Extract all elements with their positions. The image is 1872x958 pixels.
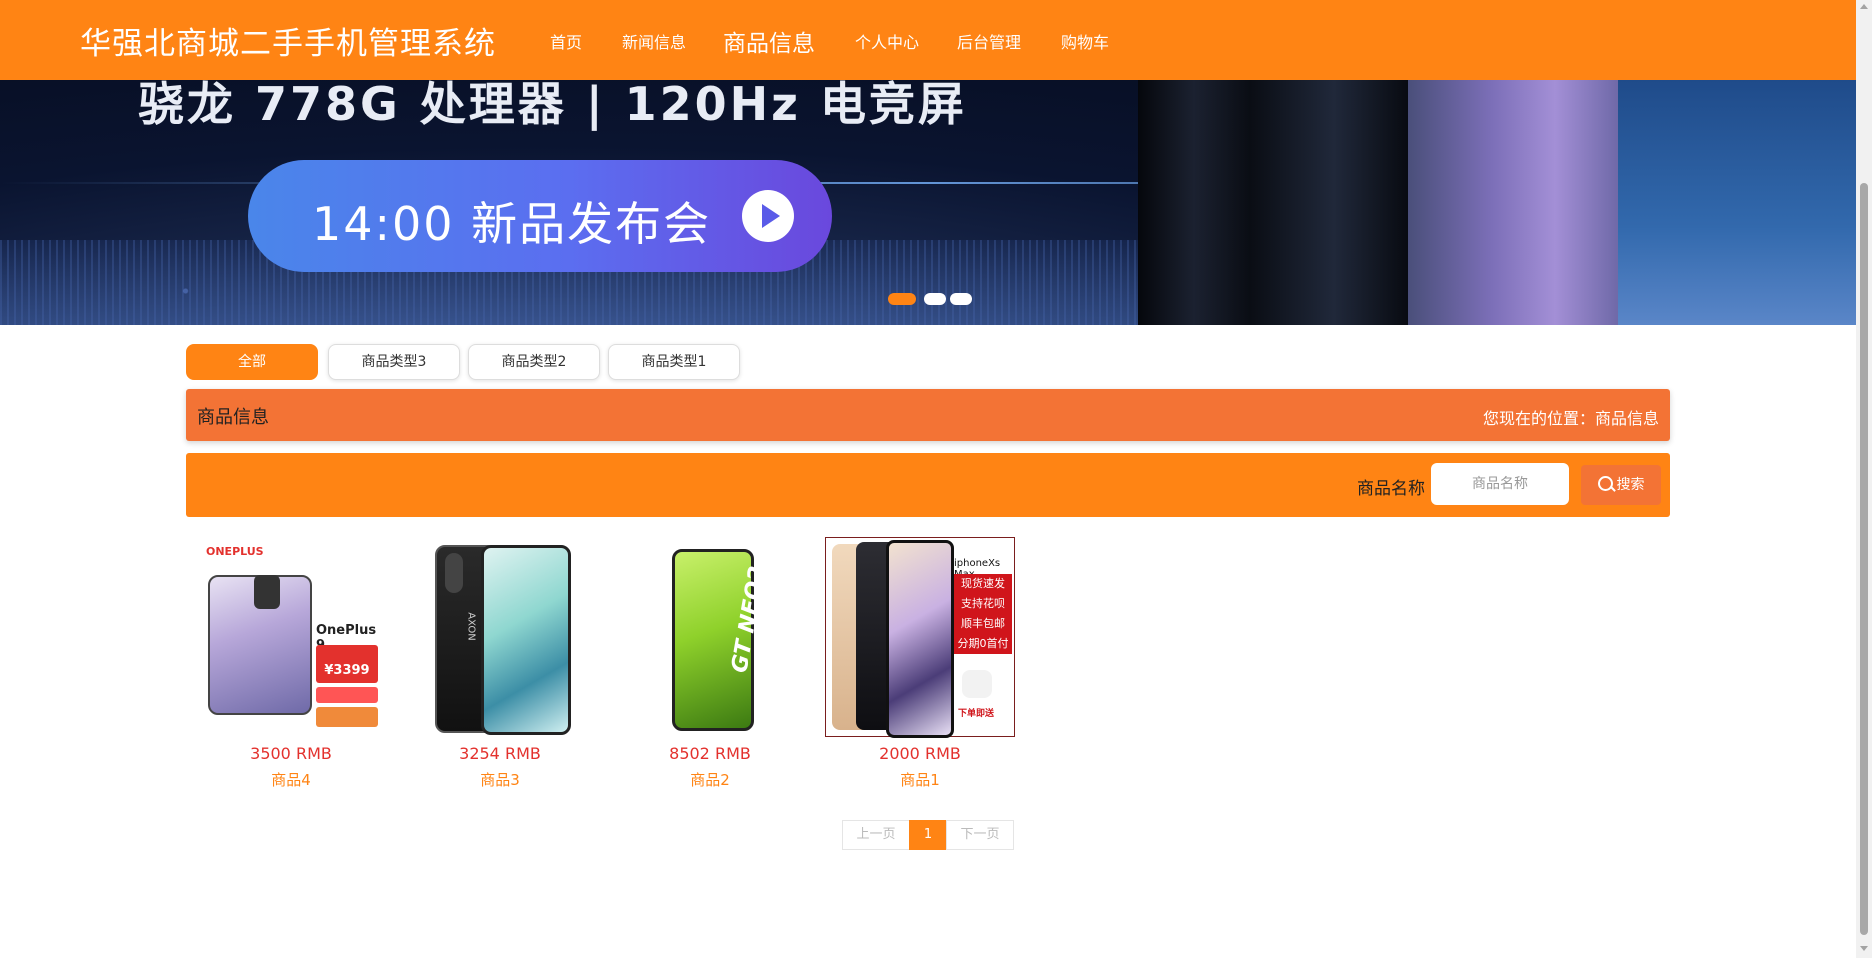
promo-line: 顺丰包邮 (961, 617, 1005, 630)
play-icon (742, 190, 794, 242)
search-label: 商品名称 (1357, 479, 1425, 499)
promo-list: 现货速发 支持花呗 顺丰包邮 分期0首付 (954, 574, 1012, 654)
search-input[interactable] (1431, 463, 1569, 505)
promo-bottom-text: 下单即送 (958, 709, 995, 719)
section-header: 商品信息 您现在的位置：商品信息 (186, 389, 1670, 441)
promo-line: 分期0首付 (957, 637, 1009, 650)
prev-page-button[interactable]: 上一页 (842, 820, 910, 850)
product-image: GT NEO2 (615, 537, 805, 737)
page-number-button[interactable]: 1 (909, 820, 947, 850)
product-price: 3254 RMB (459, 744, 541, 763)
product-name[interactable]: 商品4 (196, 769, 386, 790)
earbuds-image (962, 670, 992, 698)
scroll-thumb[interactable] (1860, 183, 1868, 935)
promo-line: 支持花呗 (961, 597, 1005, 610)
phone-screen (886, 540, 954, 738)
search-button-label: 搜索 (1616, 477, 1645, 493)
scroll-down-icon[interactable] (1860, 946, 1868, 951)
scroll-up-icon[interactable] (1860, 4, 1868, 9)
next-page-button[interactable]: 下一页 (946, 820, 1014, 850)
product-image: ONEPLUS OnePlus 9 ¥3399 (196, 537, 386, 737)
product-card[interactable]: iphoneXs Max 现货速发 支持花呗 顺丰包邮 分期0首付 下单即送 2… (825, 537, 1015, 792)
phone-screen (481, 545, 571, 735)
nav-profile[interactable]: 个人中心 (855, 29, 919, 53)
search-icon (1597, 476, 1613, 491)
carousel-dot-1[interactable] (888, 293, 916, 305)
product-name[interactable]: 商品3 (405, 769, 595, 790)
tab-type-2[interactable]: 商品类型2 (468, 344, 600, 380)
product-name[interactable]: 商品2 (615, 769, 805, 790)
camera-module (445, 553, 463, 593)
promo-line: 现货速发 (961, 577, 1005, 590)
tab-type-1[interactable]: 商品类型1 (608, 344, 740, 380)
product-card[interactable]: ONEPLUS OnePlus 9 ¥3399 3500 RMB 商品4 (196, 537, 386, 792)
tab-type-3[interactable]: 商品类型3 (328, 344, 460, 380)
product-price: 3500 RMB (250, 744, 332, 763)
product-name[interactable]: 商品1 (825, 769, 1015, 790)
nav-admin[interactable]: 后台管理 (957, 29, 1021, 53)
brand-logo: ONEPLUS (206, 545, 264, 558)
product-price: 8502 RMB (669, 744, 751, 763)
section-title: 商品信息 (197, 407, 269, 428)
promo-badge (316, 707, 378, 727)
banner-headline: 骁龙 778G 处理器 | 120Hz 电竞屏 (138, 80, 967, 131)
promo-price-tag: ¥3399 (316, 645, 378, 683)
page: 华强北商城二手手机管理系统 首页 新闻信息 商品信息 个人中心 后台管理 购物车… (0, 0, 1856, 958)
product-card[interactable]: GT NEO2 8502 RMB 商品2 (615, 537, 805, 792)
carousel-dot-3[interactable] (950, 293, 972, 305)
banner-phone-image (1618, 80, 1856, 325)
camera-module (254, 575, 280, 609)
promo-badge (316, 687, 378, 703)
carousel-dot-2[interactable] (924, 293, 946, 305)
nav-products[interactable]: 商品信息 (723, 24, 815, 58)
search-button[interactable]: 搜索 (1581, 465, 1661, 505)
search-bar: 商品名称 搜索 (186, 453, 1670, 517)
site-title: 华强北商城二手手机管理系统 (80, 26, 496, 62)
product-model-text: AXON (465, 612, 477, 641)
top-navbar: 华强北商城二手手机管理系统 首页 新闻信息 商品信息 个人中心 后台管理 购物车 (0, 0, 1856, 80)
tab-all[interactable]: 全部 (186, 344, 318, 380)
banner-phone-image (1408, 80, 1618, 325)
banner-carousel[interactable]: 骁龙 778G 处理器 | 120Hz 电竞屏 14:00 新品发布会 (0, 80, 1856, 325)
banner-phone-image (1138, 80, 1418, 325)
nav-cart[interactable]: 购物车 (1061, 29, 1109, 53)
product-image: AXON (405, 537, 595, 737)
product-price: 2000 RMB (879, 744, 961, 763)
vertical-scrollbar[interactable] (1856, 0, 1872, 958)
breadcrumb: 您现在的位置：商品信息 (1482, 409, 1659, 428)
product-image: iphoneXs Max 现货速发 支持花呗 顺丰包邮 分期0首付 下单即送 (825, 537, 1015, 738)
nav-news[interactable]: 新闻信息 (622, 29, 686, 53)
banner-launch-text: 14:00 新品发布会 (312, 197, 712, 251)
product-card[interactable]: AXON 3254 RMB 商品3 (405, 537, 595, 792)
nav-home[interactable]: 首页 (550, 29, 582, 53)
